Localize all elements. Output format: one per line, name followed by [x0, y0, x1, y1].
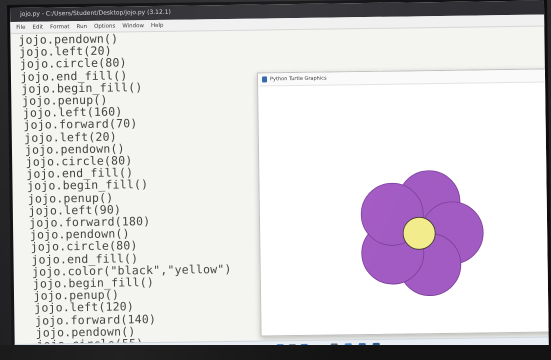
editor-title: jojo.py - C:/Users/Student/Desktop/jojo.… — [20, 8, 171, 18]
menu-options[interactable]: Options — [94, 23, 115, 29]
monitor-screen: jojo.py - C:/Users/Student/Desktop/jojo.… — [10, 0, 549, 356]
turtle-canvas — [258, 82, 549, 335]
menu-help[interactable]: Help — [151, 22, 164, 28]
menu-window[interactable]: Window — [122, 23, 144, 29]
menu-run[interactable]: Run — [76, 23, 87, 29]
flower-center — [402, 216, 436, 250]
turtle-graphics-window[interactable]: Python Turtle Graphics — [256, 68, 549, 337]
menu-file[interactable]: File — [16, 24, 25, 30]
python-feather-icon — [261, 76, 268, 83]
menu-edit[interactable]: Edit — [32, 24, 43, 30]
menu-format[interactable]: Format — [50, 24, 69, 30]
monitor-bezel-bottom — [0, 345, 551, 360]
code-editor[interactable]: jojo.pendown() jojo.left(20) jojo.circle(8… — [18, 31, 262, 355]
turtle-window-title: Python Turtle Graphics — [269, 75, 327, 83]
flower-drawing — [360, 170, 484, 296]
